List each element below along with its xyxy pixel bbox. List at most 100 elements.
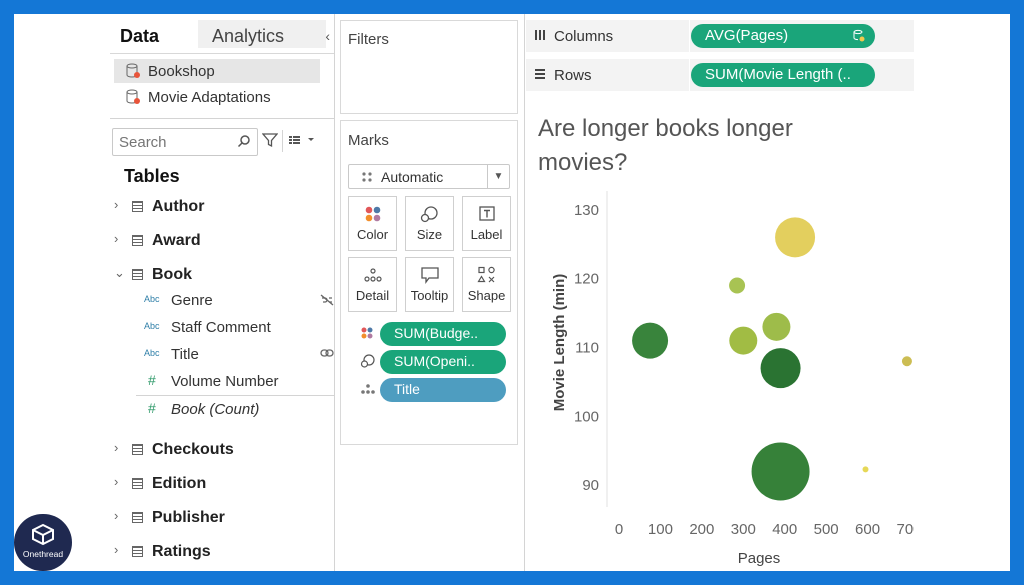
size-button[interactable]: Size <box>405 196 454 251</box>
automatic-icon <box>362 172 372 182</box>
scatter-point[interactable] <box>862 466 869 473</box>
chevron-right-icon[interactable]: › <box>114 231 118 246</box>
table-name: Author <box>152 198 205 215</box>
field-label: Book (Count) <box>171 401 260 418</box>
chevron-right-icon[interactable]: › <box>114 440 118 455</box>
field-volume-number[interactable]: # Volume Number <box>144 371 334 395</box>
filter-icon[interactable] <box>262 132 278 148</box>
pill-budget[interactable]: SUM(Budge.. <box>380 322 506 346</box>
color-button[interactable]: Color <box>348 196 397 251</box>
x-tick-label: 200 <box>689 521 714 538</box>
table-name: Book <box>152 266 192 283</box>
rows-icon <box>535 69 545 79</box>
chevron-right-icon[interactable]: › <box>114 474 118 489</box>
chart-title-line: Are longer books longer <box>538 115 793 142</box>
pane-divider <box>334 14 335 571</box>
shape-icon <box>476 266 495 283</box>
link-icon <box>320 349 334 357</box>
tooltip-label: Tooltip <box>410 288 449 303</box>
pill-avg-pages[interactable]: AVG(Pages) <box>691 24 875 48</box>
x-tick-label: 400 <box>772 521 797 538</box>
view-options-icon[interactable] <box>288 132 318 148</box>
filters-title: Filters <box>348 31 389 48</box>
field-genre[interactable]: Abc Genre <box>144 290 334 314</box>
columns-icon <box>535 30 545 40</box>
table-edition[interactable]: › Edition <box>110 472 334 498</box>
scatter-point[interactable] <box>632 322 669 359</box>
table-author[interactable]: › Author <box>110 195 334 221</box>
chevron-right-icon[interactable]: › <box>114 508 118 523</box>
scatter-point[interactable] <box>762 312 791 341</box>
scatter-point[interactable] <box>760 348 801 389</box>
detail-button[interactable]: Detail <box>348 257 397 312</box>
rows-label: Rows <box>554 67 592 84</box>
table-icon <box>132 546 143 557</box>
field-staff-comment[interactable]: Abc Staff Comment <box>144 317 334 341</box>
search-box[interactable] <box>112 128 258 156</box>
color-icon <box>365 206 380 222</box>
unlink-icon <box>320 294 334 306</box>
chart-title: Are longer books longer movies? <box>538 112 868 180</box>
table-icon <box>132 478 143 489</box>
field-title[interactable]: Abc Title <box>144 344 334 368</box>
field-label: Genre <box>171 292 213 309</box>
scatter-chart[interactable]: 90 100 110 120 130 0 100 200 300 400 500 600 700 Page… <box>524 184 914 571</box>
table-name: Ratings <box>152 543 211 560</box>
scatter-point[interactable] <box>901 356 912 367</box>
field-type-number: # <box>148 400 156 416</box>
table-award[interactable]: › Award <box>110 229 334 255</box>
scatter-point[interactable] <box>775 217 816 258</box>
database-icon <box>853 29 865 42</box>
columns-label: Columns <box>554 28 614 45</box>
datasource-item[interactable]: Bookshop <box>114 59 320 83</box>
field-book-count[interactable]: # Book (Count) <box>144 399 334 423</box>
pill-title[interactable]: Title <box>380 378 506 402</box>
datasource-item[interactable]: Movie Adaptations <box>114 85 320 109</box>
field-label: Title <box>171 346 199 363</box>
datasource-label: Movie Adaptations <box>148 89 271 106</box>
y-tick-label: 120 <box>574 271 599 288</box>
chevron-right-icon[interactable]: › <box>114 542 118 557</box>
scatter-point[interactable] <box>729 277 746 294</box>
detail-label: Detail <box>355 288 390 303</box>
table-name: Award <box>152 232 201 249</box>
table-book[interactable]: ⌄ Book <box>110 263 334 289</box>
table-icon <box>132 444 143 455</box>
search-input[interactable] <box>119 130 239 154</box>
shelf-divider <box>689 20 690 91</box>
chevron-down-icon[interactable]: ⌄ <box>114 265 125 281</box>
pill-movie-length[interactable]: SUM(Movie Length (.. <box>691 63 875 87</box>
tooltip-button[interactable]: Tooltip <box>405 257 454 312</box>
tab-data[interactable]: Data <box>120 26 159 47</box>
scatter-point[interactable] <box>729 326 758 355</box>
dropdown-arrow-icon: ▼ <box>487 165 509 188</box>
pill-opening[interactable]: SUM(Openi.. <box>380 350 506 374</box>
table-name: Publisher <box>152 509 225 526</box>
mark-type-select[interactable]: Automatic ▼ <box>348 164 510 189</box>
mark-type-label: Automatic <box>381 169 444 185</box>
marks-title: Marks <box>348 132 389 149</box>
columns-shelf[interactable]: Columns AVG(Pages) <box>526 20 914 52</box>
field-type-string: Abc <box>144 321 160 331</box>
x-tick-label: 300 <box>731 521 756 538</box>
field-type-string: Abc <box>144 348 160 358</box>
x-tick-label: 100 <box>648 521 673 538</box>
label-button[interactable]: Label <box>462 196 511 251</box>
table-ratings[interactable]: › Ratings <box>110 540 334 566</box>
divider <box>136 395 334 396</box>
rows-shelf[interactable]: Rows SUM(Movie Length (.. <box>526 59 914 91</box>
table-icon <box>132 235 143 246</box>
label-label: Label <box>470 227 503 242</box>
table-checkouts[interactable]: › Checkouts <box>110 438 334 464</box>
chevron-right-icon[interactable]: › <box>114 197 118 212</box>
tables-heading: Tables <box>124 166 180 186</box>
tab-analytics[interactable]: Analytics <box>198 20 326 48</box>
y-tick-label: 100 <box>574 408 599 425</box>
table-publisher[interactable]: › Publisher <box>110 506 334 532</box>
datasource-label: Bookshop <box>148 63 215 80</box>
collapse-pane-icon[interactable]: ‹ <box>325 28 330 44</box>
shape-button[interactable]: Shape <box>462 257 511 312</box>
filters-card[interactable]: Filters <box>340 20 518 114</box>
scatter-point[interactable] <box>751 442 810 501</box>
tab-analytics-label: Analytics <box>212 26 285 46</box>
